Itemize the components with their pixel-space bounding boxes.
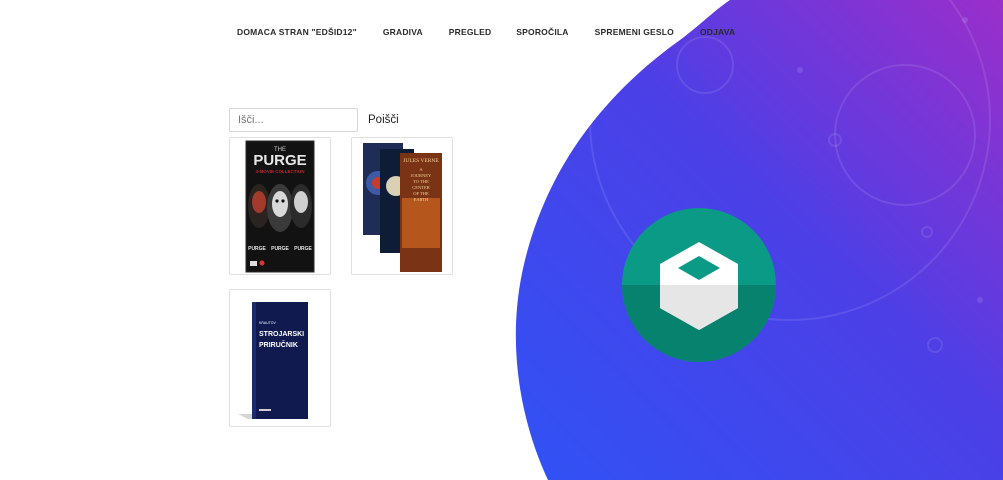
nav-logout[interactable]: ODJAVA	[700, 27, 735, 37]
main-nav: DOMACA STRAN "EDŠID12" GRADIVA PREGLED S…	[237, 27, 735, 37]
background-blob	[515, 0, 1003, 480]
cube-logo	[622, 208, 776, 362]
item-cover-image: THE PURGE 3-MOVIE COLLECTION PURGE PURGE…	[245, 140, 315, 273]
nav-change-password[interactable]: SPREMENI GESLO	[595, 27, 674, 37]
svg-text:PURGE: PURGE	[294, 246, 312, 252]
item-cover-image: JULES VERNE A JOURNEY TO THE CENTER OF T…	[363, 143, 442, 272]
svg-text:STROJARSKI: STROJARSKI	[259, 331, 304, 338]
svg-text:JULES VERNE: JULES VERNE	[403, 158, 439, 164]
svg-text:PRIRUČNIK: PRIRUČNIK	[259, 340, 298, 349]
nav-home[interactable]: DOMACA STRAN "EDŠID12"	[237, 27, 357, 37]
svg-text:KRAUTOV: KRAUTOV	[259, 321, 277, 325]
item-card[interactable]: KRAUTOV STROJARSKI PRIRUČNIK	[229, 289, 331, 427]
search-input[interactable]	[229, 108, 358, 132]
svg-text:PURGE: PURGE	[271, 246, 289, 252]
item-card[interactable]: THE PURGE 3-MOVIE COLLECTION PURGE PURGE…	[229, 137, 331, 275]
item-cover-image: KRAUTOV STROJARSKI PRIRUČNIK	[238, 302, 310, 419]
item-card[interactable]: JULES VERNE A JOURNEY TO THE CENTER OF T…	[351, 137, 453, 275]
svg-text:PURGE: PURGE	[253, 152, 306, 169]
search-button[interactable]: Poišči	[364, 114, 403, 126]
svg-text:TO THE: TO THE	[413, 179, 429, 184]
svg-text:3-MOVIE COLLECTION: 3-MOVIE COLLECTION	[255, 169, 304, 174]
nav-materials[interactable]: GRADIVA	[383, 27, 423, 37]
svg-text:JOURNEY: JOURNEY	[411, 173, 432, 178]
search-bar: Poišči	[229, 108, 403, 132]
svg-text:EARTH: EARTH	[414, 197, 429, 202]
svg-text:PURGE: PURGE	[248, 246, 266, 252]
nav-messages[interactable]: SPOROČILA	[516, 27, 568, 37]
svg-text:CENTER: CENTER	[412, 185, 430, 190]
nav-overview[interactable]: PREGLED	[449, 27, 492, 37]
svg-text:OF THE: OF THE	[413, 191, 429, 196]
